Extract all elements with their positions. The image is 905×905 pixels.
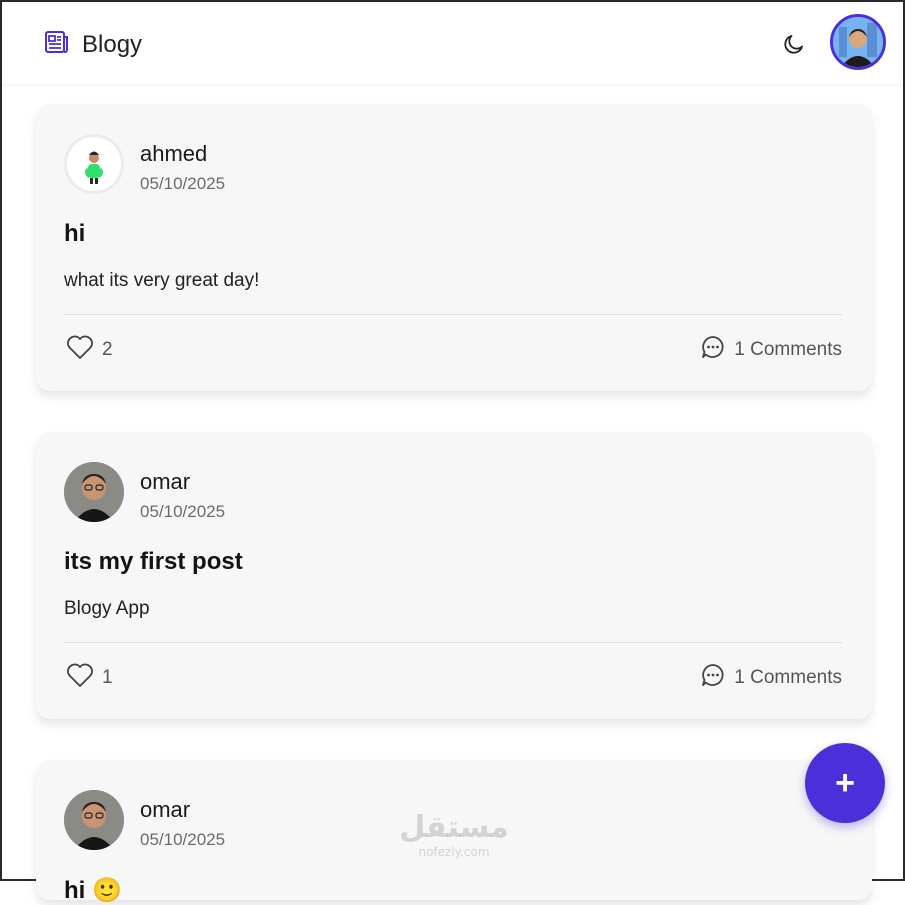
- heart-icon: [66, 662, 94, 693]
- plus-icon: +: [835, 764, 855, 802]
- comment-icon: [700, 662, 726, 693]
- post-title[interactable]: hi 🙂: [64, 876, 122, 905]
- post-card: ahmed 05/10/2025 hi what its very great …: [36, 104, 872, 391]
- author-name[interactable]: omar: [140, 469, 190, 495]
- like-count: 2: [102, 338, 113, 360]
- comments-button[interactable]: 1 Comments: [700, 662, 842, 693]
- author-avatar[interactable]: [64, 462, 124, 522]
- like-button[interactable]: 1: [66, 662, 113, 693]
- moon-icon[interactable]: [782, 32, 806, 56]
- brand-title: Blogy: [82, 30, 143, 58]
- newspaper-icon: [44, 30, 70, 59]
- divider: [64, 642, 842, 643]
- author-name[interactable]: ahmed: [140, 141, 207, 167]
- watermark-url: nofezly.com: [418, 845, 490, 859]
- comments-count: 1 Comments: [734, 338, 842, 360]
- divider: [64, 314, 842, 315]
- post-date: 05/10/2025: [140, 174, 226, 193]
- brand[interactable]: Blogy: [44, 30, 142, 59]
- comments-button[interactable]: 1 Comments: [700, 334, 842, 365]
- post-card: omar 05/10/2025 its my first post Blogy …: [36, 432, 872, 719]
- post-date: 05/10/2025: [140, 830, 226, 849]
- watermark: مستقل nofezly.com: [394, 810, 514, 859]
- like-button[interactable]: 2: [66, 334, 113, 365]
- like-count: 1: [102, 666, 113, 688]
- comments-count: 1 Comments: [734, 666, 842, 688]
- app-header: Blogy: [2, 2, 903, 84]
- post-title[interactable]: hi: [64, 220, 85, 248]
- post-date: 05/10/2025: [140, 502, 226, 521]
- watermark-brand: مستقل: [399, 810, 509, 845]
- author-avatar[interactable]: [64, 134, 124, 194]
- post-body: Blogy App: [64, 598, 150, 619]
- comment-icon: [700, 334, 726, 365]
- post-body: what its very great day!: [64, 270, 260, 291]
- heart-icon: [66, 334, 94, 365]
- author-avatar[interactable]: [64, 790, 124, 850]
- post-title[interactable]: its my first post: [64, 548, 243, 576]
- user-avatar[interactable]: [830, 14, 886, 70]
- author-name[interactable]: omar: [140, 797, 190, 823]
- add-post-button[interactable]: +: [805, 743, 885, 823]
